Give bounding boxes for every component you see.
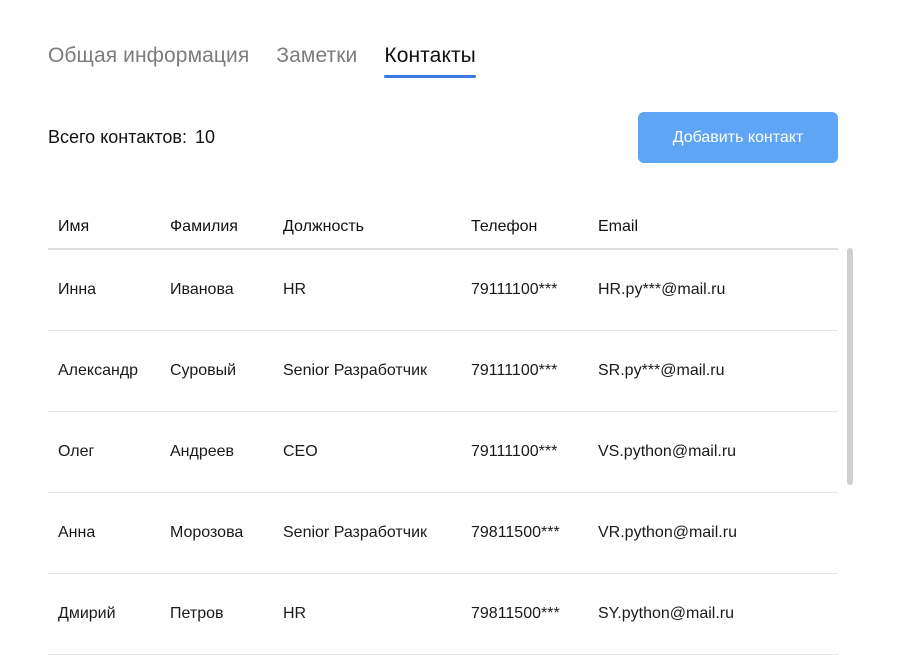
cell-first-name: Анна [58, 524, 96, 541]
column-header-email[interactable]: Email [598, 218, 838, 236]
table-row[interactable]: Дмирий Петров HR 79811500*** SY.python@m… [48, 574, 838, 655]
table-scrollbar[interactable] [847, 248, 853, 485]
add-contact-button[interactable]: Добавить контакт [638, 112, 838, 163]
table-row[interactable]: Инна Иванова HR 79111100*** HR.py***@mai… [48, 250, 838, 331]
tab-general-info[interactable]: Общая информация [48, 44, 249, 78]
cell-phone: 79111100*** [471, 362, 558, 379]
column-header-last-name[interactable]: Фамилия [170, 218, 283, 236]
column-header-phone[interactable]: Телефон [471, 218, 598, 236]
cell-first-name: Дмирий [58, 605, 116, 622]
cell-email: SY.python@mail.ru [598, 605, 735, 622]
contacts-table: Имя Фамилия Должность Телефон Email Инна… [48, 206, 838, 655]
tab-notes[interactable]: Заметки [276, 44, 357, 78]
cell-position: Senior Разработчик [283, 362, 427, 379]
cell-last-name: Андреев [170, 443, 235, 460]
cell-phone: 79811500*** [471, 605, 560, 622]
column-header-position[interactable]: Должность [283, 218, 471, 236]
column-header-first-name[interactable]: Имя [48, 218, 170, 236]
cell-last-name: Петров [170, 605, 224, 622]
cell-last-name: Иванова [170, 281, 234, 298]
cell-email: VS.python@mail.ru [598, 443, 737, 460]
cell-position: CEO [283, 443, 318, 460]
table-row[interactable]: Александр Суровый Senior Разработчик 791… [48, 331, 838, 412]
cell-first-name: Олег [58, 443, 95, 460]
table-row[interactable]: Олег Андреев CEO 79111100*** VS.python@m… [48, 412, 838, 493]
contacts-total-count: 10 [194, 127, 216, 147]
table-header: Имя Фамилия Должность Телефон Email [48, 206, 838, 250]
cell-position: Senior Разработчик [283, 524, 427, 541]
cell-position: HR [283, 281, 307, 298]
cell-email: HR.py***@mail.ru [598, 281, 726, 298]
contacts-summary: Всего контактов: 10 [48, 127, 215, 148]
cell-email: VR.python@mail.ru [598, 524, 737, 541]
table-row[interactable]: Анна Морозова Senior Разработчик 7981150… [48, 493, 838, 574]
contacts-total-label: Всего контактов: [48, 127, 187, 147]
cell-last-name: Суровый [170, 362, 237, 379]
tab-contacts[interactable]: Контакты [384, 44, 476, 78]
cell-phone: 79811500*** [471, 524, 560, 541]
cell-last-name: Морозова [170, 524, 244, 541]
cell-first-name: Инна [58, 281, 97, 298]
cell-first-name: Александр [58, 362, 139, 379]
cell-email: SR.py***@mail.ru [598, 362, 725, 379]
cell-phone: 79111100*** [471, 443, 558, 460]
tab-bar: Общая информация Заметки Контакты [48, 44, 476, 78]
cell-position: HR [283, 605, 307, 622]
cell-phone: 79111100*** [471, 281, 558, 298]
